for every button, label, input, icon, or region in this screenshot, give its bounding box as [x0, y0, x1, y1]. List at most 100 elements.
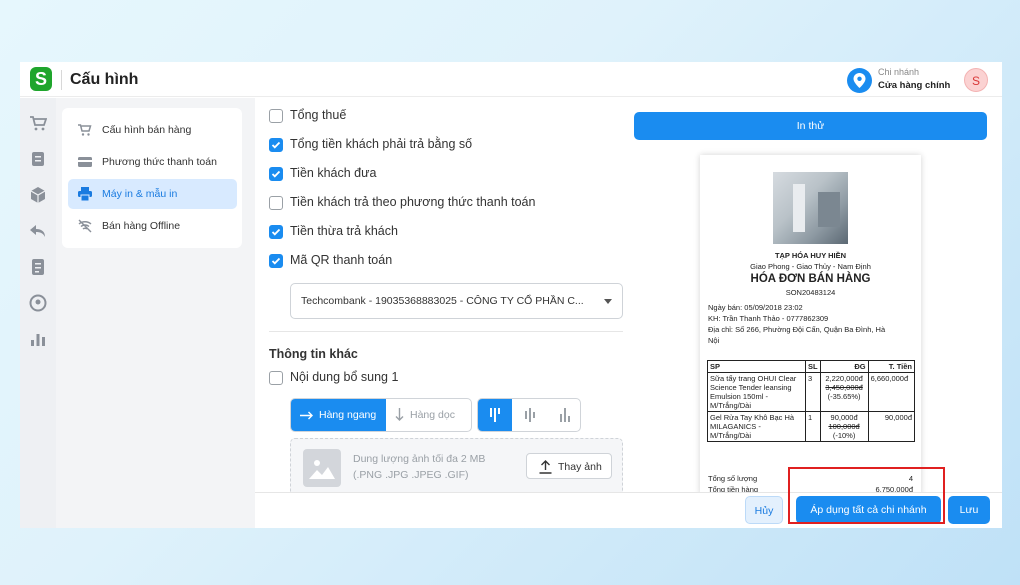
qr-bank-account-select[interactable]: Techcombank - 19035368883025 - CÔNG TY C… [290, 283, 623, 319]
checkbox[interactable] [269, 196, 283, 210]
checkbox[interactable] [269, 254, 283, 268]
checkbox[interactable] [269, 371, 283, 385]
receipt-preview: TẠP HÓA HUY HIỀN Giao Phong - Giao Thủy … [700, 155, 921, 495]
branch-label: Chi nhánh [878, 67, 920, 77]
checkbox[interactable] [269, 109, 283, 123]
layout-horizontal-button[interactable]: Hàng ngang [291, 399, 386, 431]
button-label: Thay ảnh [558, 461, 602, 473]
layout-vertical-button[interactable]: Hàng dọc [386, 399, 471, 431]
location-pin-icon[interactable] [847, 68, 872, 93]
item-discount: (-35.65%) [827, 392, 861, 401]
print-template-settings: Tổng thuế Tổng tiền khách phải trả bằng … [255, 98, 625, 492]
item-qty: 3 [805, 372, 821, 412]
app-logo[interactable]: S [30, 67, 52, 91]
customer-address: Địa chỉ: Số 266, Phường Đội Cấn, Quận Ba… [708, 325, 886, 334]
cart-icon[interactable] [29, 114, 47, 132]
store-image [773, 172, 848, 244]
table-header-row: SP SL ĐG T. Tiền [707, 360, 916, 373]
image-upload-area: Dung lượng ảnh tối đa 2 MB (.PNG .JPG .J… [290, 438, 623, 492]
button-label: Hàng ngang [319, 409, 377, 421]
icon-rail [20, 98, 56, 528]
checkbox[interactable] [269, 167, 283, 181]
settings-menu: Cấu hình bán hàng Phương thức thanh toán… [62, 108, 242, 248]
align-middle-button[interactable] [513, 399, 547, 431]
item-qty: 1 [805, 411, 821, 442]
table-row: Gel Rửa Tay Khô Bạc Hà MILAGANICS - M/Tr… [707, 411, 916, 442]
upload-format-hint: (.PNG .JPG .JPEG .GIF) [353, 469, 469, 481]
menu-item-label: Cấu hình bán hàng [102, 124, 192, 136]
button-label: Hàng dọc [410, 409, 455, 421]
option-label: Tiền khách trả theo phương thức thanh to… [290, 195, 536, 209]
top-header: S Cấu hình Chi nhánh Cửa hàng chính S [20, 62, 1002, 97]
image-placeholder-icon [303, 449, 341, 487]
save-button[interactable]: Lưu [948, 496, 990, 524]
item-price: 2,220,000đ [825, 374, 863, 383]
receipt-code: SON20483124 [785, 288, 836, 297]
alignment-toggle [477, 398, 581, 432]
order-icon[interactable] [29, 150, 47, 168]
menu-item-payment-methods[interactable]: Phương thức thanh toán [68, 147, 237, 177]
column-header: SL [805, 360, 821, 373]
highlight-box [788, 467, 945, 524]
return-icon[interactable] [29, 222, 47, 240]
chevron-down-icon [604, 299, 612, 304]
button-label: Lưu [959, 504, 979, 516]
align-top-icon [490, 408, 500, 422]
header-divider [61, 70, 62, 90]
arrow-right-icon [300, 411, 313, 420]
menu-item-label: Bán hàng Offline [102, 220, 181, 232]
item-old-price: 100,000đ [828, 422, 860, 431]
item-price: 90,000đ [830, 413, 858, 422]
branch-selector[interactable]: Cửa hàng chính [878, 80, 950, 91]
select-value: Techcombank - 19035368883025 - CÔNG TY C… [301, 295, 584, 307]
report-icon[interactable] [29, 258, 47, 276]
column-header: SP [707, 360, 806, 373]
store-name: TẠP HÓA HUY HIỀN [774, 251, 847, 260]
button-label: Hủy [754, 505, 774, 517]
item-name: Sữa tẩy trang OHUI Clear Science Tender … [707, 372, 806, 412]
printer-icon [78, 187, 92, 201]
option-label: Nội dung bổ sung 1 [290, 370, 399, 384]
option-label: Tổng thuế [290, 108, 347, 122]
item-total: 90,000đ [867, 411, 916, 442]
customer-info: KH: Trần Thanh Thảo - 0777862309 [708, 314, 829, 323]
menu-item-printer[interactable]: Máy in & mẫu in [68, 179, 237, 209]
page-title: Cấu hình [70, 71, 139, 88]
chart-icon[interactable] [29, 330, 47, 348]
column-header: T. Tiền [867, 360, 916, 373]
divider [269, 331, 623, 332]
item-old-price: 3,450,000đ [825, 383, 863, 392]
align-bottom-button[interactable] [548, 399, 580, 431]
section-title: Thông tin khác [269, 347, 358, 361]
upload-icon [539, 460, 552, 474]
menu-item-label: Máy in & mẫu in [102, 188, 178, 200]
customer-icon[interactable] [29, 294, 47, 312]
print-test-button[interactable]: In thử [634, 112, 987, 140]
menu-item-sales-config[interactable]: Cấu hình bán hàng [68, 115, 237, 145]
checkbox[interactable] [269, 225, 283, 239]
align-middle-icon [525, 408, 535, 422]
store-address: Giao Phong - Giao Thủy - Nam Định [750, 262, 871, 271]
option-label: Tiền khách đưa [290, 166, 377, 180]
cancel-button[interactable]: Hủy [745, 496, 783, 524]
item-discount: (-10%) [832, 431, 856, 440]
item-name: Gel Rửa Tay Khô Bạc Hà MILAGANICS - M/Tr… [707, 411, 806, 442]
align-bottom-icon [560, 408, 570, 422]
upload-size-hint: Dung lượng ảnh tối đa 2 MB [353, 453, 486, 465]
avatar[interactable]: S [964, 68, 988, 92]
replace-image-button[interactable]: Thay ảnh [526, 453, 612, 479]
card-icon [78, 157, 92, 167]
option-label: Mã QR thanh toán [290, 253, 393, 267]
item-total: 6,660,000đ [867, 372, 916, 412]
app-window: S Cấu hình Chi nhánh Cửa hàng chính S Cấ… [20, 62, 1002, 528]
table-row: Sữa tẩy trang OHUI Clear Science Tender … [707, 372, 916, 412]
box-icon[interactable] [29, 186, 47, 204]
menu-item-offline-sales[interactable]: Bán hàng Offline [68, 211, 237, 241]
checkbox[interactable] [269, 138, 283, 152]
total-qty-label: Tổng số lượng [708, 474, 758, 483]
item-price-cell: 2,220,000đ 3,450,000đ (-35.65%) [819, 372, 869, 412]
cart-icon [78, 124, 92, 136]
receipt-items-table: SP SL ĐG T. Tiền Sữa tẩy trang OHUI Clea… [707, 360, 916, 442]
option-label: Tiền thừa trả khách [290, 224, 398, 238]
align-top-button[interactable] [478, 399, 512, 431]
